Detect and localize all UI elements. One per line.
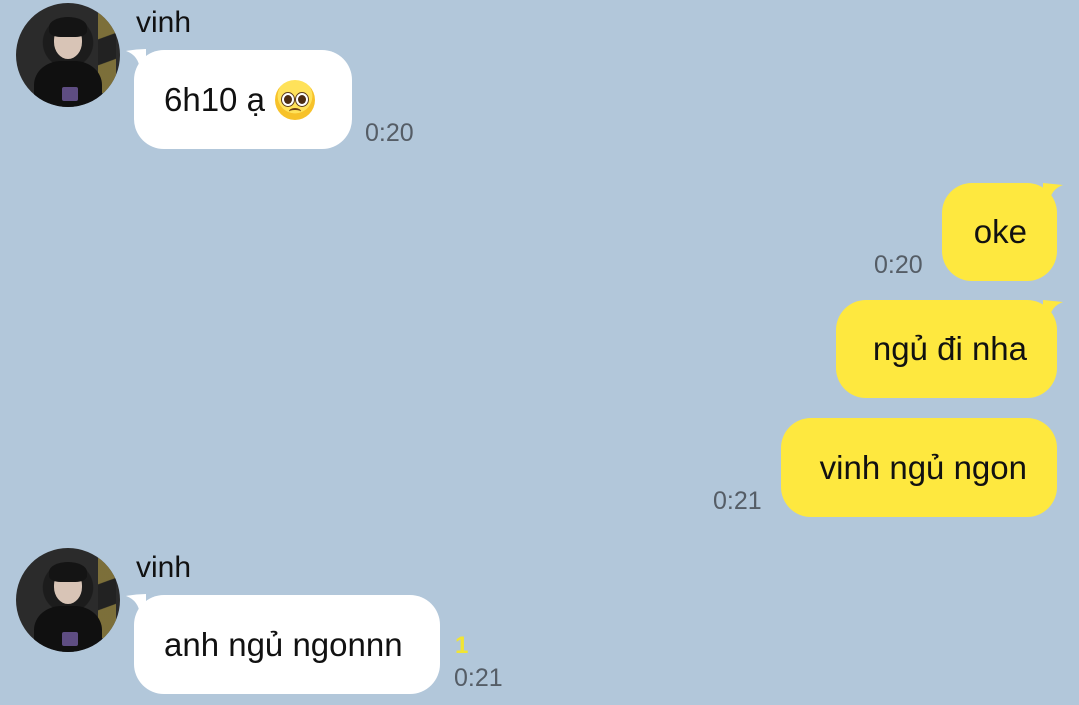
bubble-tail	[1043, 183, 1063, 203]
avatar-photo-detail	[62, 87, 78, 101]
sender-name: vinh	[136, 551, 192, 584]
message-timestamp: 0:20	[365, 119, 414, 147]
avatar-photo-detail	[49, 17, 87, 37]
sender-name: vinh	[136, 6, 192, 39]
message-text: 6h10 ạ	[164, 80, 265, 118]
message-text: anh ngủ ngonnn	[164, 625, 403, 663]
message-text: ngủ đi nha	[872, 330, 1027, 367]
avatar-photo-detail	[49, 562, 87, 582]
avatar[interactable]	[16, 3, 120, 107]
message-timestamp: 0:21	[713, 487, 762, 515]
message-bubble-incoming[interactable]: anh ngủ ngonnn	[134, 595, 440, 694]
message-text: oke	[973, 213, 1027, 250]
message-timestamp: 0:20	[874, 251, 923, 279]
message-bubble-outgoing[interactable]: oke	[942, 183, 1057, 281]
message-bubble-outgoing[interactable]: ngủ đi nha	[836, 300, 1057, 398]
pleading-face-emoji-icon	[274, 79, 315, 120]
avatar[interactable]	[16, 548, 120, 652]
message-bubble-incoming[interactable]: 6h10 ạ	[134, 50, 352, 149]
message-timestamp: 0:21	[454, 664, 503, 692]
message-text: vinh ngủ ngon	[819, 448, 1027, 486]
message-bubble-outgoing[interactable]: vinh ngủ ngon	[781, 418, 1057, 517]
unread-count: 1	[455, 632, 469, 659]
bubble-tail	[1043, 300, 1063, 320]
avatar-photo-detail	[62, 632, 78, 646]
